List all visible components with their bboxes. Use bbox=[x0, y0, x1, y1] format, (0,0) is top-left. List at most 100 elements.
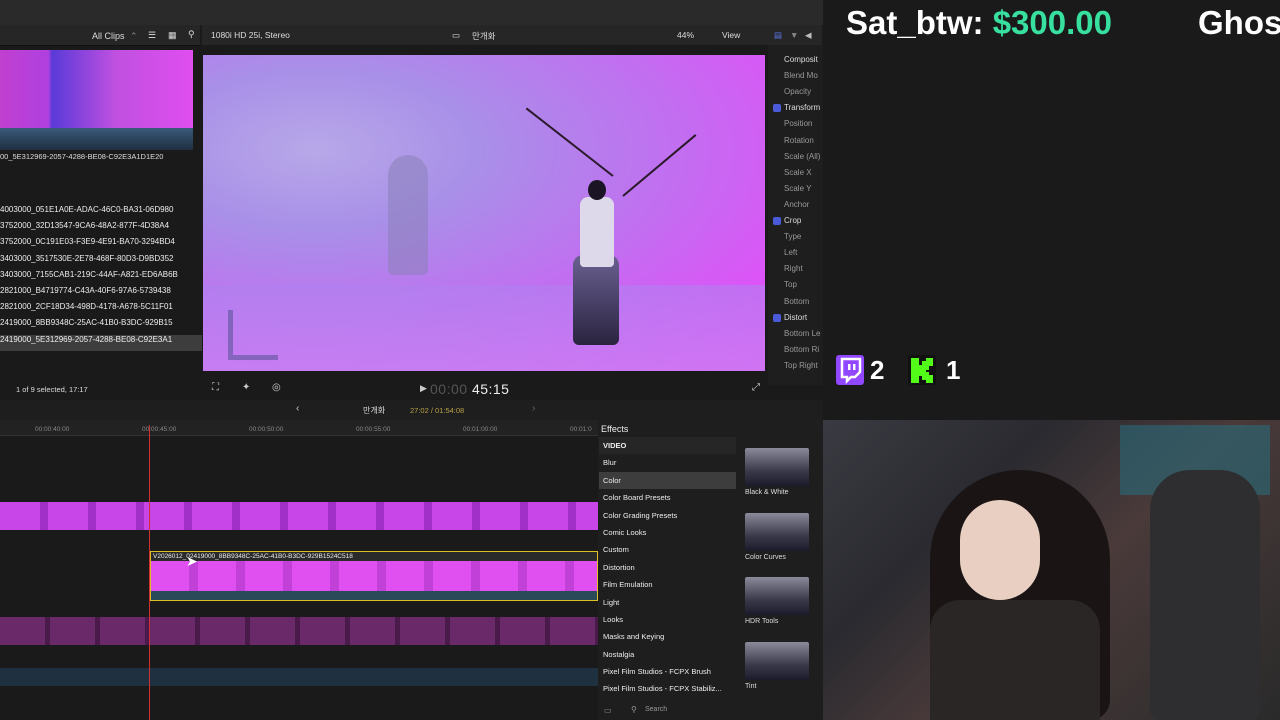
effects-category[interactable]: Film Emulation bbox=[599, 576, 736, 593]
video-inspector-icon[interactable]: ▤ bbox=[774, 30, 782, 41]
effects-category[interactable]: Color Board Presets bbox=[599, 489, 736, 506]
inspector-param[interactable]: Type bbox=[784, 232, 801, 241]
preview-floor bbox=[203, 285, 765, 371]
clip-list-row[interactable]: 2419000_8BB9348C-25AC-41B0-B3DC-929B15 bbox=[0, 318, 202, 334]
inspector-section[interactable]: Composit bbox=[784, 55, 818, 64]
clips-filter[interactable]: All Clips bbox=[92, 31, 125, 41]
inspector-param[interactable]: Top Right bbox=[784, 361, 818, 370]
effects-category[interactable]: Color Grading Presets bbox=[599, 507, 736, 524]
clip-list-row[interactable]: 3403000_7155CAB1-219C-44AF-A821-ED6AB6B bbox=[0, 270, 202, 286]
inspector-param[interactable]: Rotation bbox=[784, 136, 814, 145]
view-menu[interactable]: View bbox=[722, 30, 740, 40]
inspector-param[interactable]: Right bbox=[784, 264, 803, 273]
transform-icon[interactable]: ⛶ bbox=[212, 382, 219, 393]
inspector-param[interactable]: Bottom Ri bbox=[784, 345, 819, 354]
clip-list-row[interactable]: 2821000_2CF18D34-498D-4178-A678-5C11F01 bbox=[0, 302, 202, 318]
effects-category[interactable]: Blur bbox=[599, 454, 736, 471]
clip-list-row[interactable]: 4003000_051E1A0E-ADAC-46C0-BA31-06D980 bbox=[0, 205, 202, 221]
viewer-header: 1080i HD 25i, Stereo ▭ 만개화 44% View ▤ ▼ … bbox=[202, 25, 822, 45]
filter-icon[interactable]: ▼ bbox=[790, 30, 798, 40]
mouse-cursor-icon: ➤ bbox=[186, 553, 198, 569]
clip-name: 00_5E312969-2057-4288-BE08-C92E3A1D1E20 bbox=[0, 152, 164, 161]
checkbox-icon[interactable] bbox=[773, 217, 781, 225]
search-icon: ⚲ bbox=[631, 705, 637, 714]
effect-name: Tint bbox=[745, 682, 757, 690]
inspector-section[interactable]: Crop bbox=[784, 216, 801, 225]
fullscreen-icon[interactable]: ⤢ bbox=[752, 382, 760, 393]
enhance-icon[interactable]: ✦ bbox=[242, 382, 250, 393]
inspector-section[interactable]: Distort bbox=[784, 313, 807, 322]
webcam-chair bbox=[1150, 470, 1260, 720]
effects-category[interactable]: Distortion bbox=[599, 559, 736, 576]
clip-list-row[interactable]: 2821000_B4719774-C43A-40F6-97A6-5739438 bbox=[0, 286, 202, 302]
sidebar-toggle-icon[interactable]: ▭ bbox=[604, 706, 612, 715]
effect-name: HDR Tools bbox=[745, 618, 779, 625]
effects-category[interactable]: Masks and Keying bbox=[599, 628, 736, 645]
inspector-param[interactable]: Left bbox=[784, 248, 797, 257]
viewer-controls: ⛶ ✦ ◎ ▶ ⤢ bbox=[202, 378, 822, 400]
clip-waveform bbox=[0, 128, 193, 150]
inspector-param[interactable]: Bottom Le bbox=[784, 329, 820, 338]
format-label: 1080i HD 25i, Stereo bbox=[211, 30, 290, 40]
project-name: 만개화 bbox=[472, 31, 496, 41]
audio-icon[interactable]: ◀ bbox=[805, 30, 812, 41]
playhead[interactable] bbox=[149, 425, 150, 720]
effects-category[interactable]: Custom bbox=[599, 541, 736, 558]
selected-clip[interactable]: V2026012_02419000_8BB9348C-25AC-41B0-B3D… bbox=[150, 551, 598, 601]
effect-thumbnail[interactable] bbox=[745, 512, 809, 551]
back-icon[interactable]: ‹ bbox=[296, 403, 299, 414]
search-icon[interactable]: ⚲ bbox=[188, 29, 195, 40]
list-view-icon[interactable]: ☰ bbox=[148, 30, 156, 41]
effect-name: Black & White bbox=[745, 489, 789, 496]
timeline-track-upper[interactable] bbox=[0, 502, 598, 530]
effects-category[interactable]: Light bbox=[599, 594, 736, 611]
effects-category[interactable]: Color bbox=[599, 471, 736, 490]
ruler-tick: 00:01:0 bbox=[570, 426, 592, 433]
checkbox-icon[interactable] bbox=[773, 104, 781, 113]
kick-icon bbox=[908, 355, 936, 385]
effects-category[interactable]: Looks bbox=[599, 611, 736, 628]
inspector-param[interactable]: Scale (All) bbox=[784, 152, 820, 161]
clip-list-row[interactable]: 3403000_3517530E-2E78-468F-80D3-D9BD352 bbox=[0, 254, 202, 270]
donation-alert-next: Ghos bbox=[1198, 4, 1280, 41]
clip-list-row[interactable]: 3752000_0C191E03-F3E9-4E91-BA70-3294BD4 bbox=[0, 237, 202, 253]
timeline-ruler[interactable]: 00:00:40:00 00:00:45:00 00:00:50:00 00:00:5… bbox=[0, 420, 600, 436]
inspector-param[interactable]: Opacity bbox=[784, 87, 811, 96]
timeline-track-lower[interactable] bbox=[0, 617, 598, 645]
grid-view-icon[interactable]: ▦ bbox=[168, 30, 177, 41]
forward-icon[interactable]: › bbox=[532, 403, 535, 414]
speed-icon[interactable]: ◎ bbox=[272, 382, 281, 393]
effect-thumbnail[interactable] bbox=[745, 448, 809, 486]
play-icon[interactable]: ▶ bbox=[420, 383, 427, 394]
browser-header: All Clips ⌃ ☰ ▦ ⚲ bbox=[0, 25, 200, 46]
clip-audio-wave bbox=[151, 591, 597, 600]
twitch-viewer-count: 2 bbox=[870, 355, 885, 385]
clip-list-row[interactable]: 3752000_32D13547-9CA6-48A2-877F-4D38A4 bbox=[0, 221, 202, 237]
effects-category[interactable]: VIDEO bbox=[599, 437, 736, 455]
timeline-duration: 27:02 / 01:54:08 bbox=[410, 406, 465, 415]
checkbox-icon[interactable] bbox=[773, 313, 781, 322]
video-preview[interactable] bbox=[203, 55, 765, 371]
inspector-param[interactable]: Scale Y bbox=[784, 184, 811, 193]
effects-category[interactable]: Comic Looks bbox=[599, 524, 736, 541]
clip-list-row[interactable]: 2419000_5E312969-2057-4288-BE08-C92E3A1 bbox=[0, 334, 202, 351]
timeline-project[interactable]: 만개화 bbox=[363, 405, 385, 416]
effects-category[interactable]: Pixel Film Studios - FCPX Stabiliz... bbox=[599, 680, 736, 697]
inspector-param[interactable]: Position bbox=[784, 119, 812, 128]
inspector-param[interactable]: Bottom bbox=[784, 297, 809, 306]
inspector-param[interactable]: Scale X bbox=[784, 168, 812, 177]
inspector-param[interactable]: Top bbox=[784, 280, 797, 289]
chevron-updown-icon: ⌃ bbox=[130, 31, 138, 41]
effects-search-input[interactable]: Search bbox=[645, 706, 667, 713]
inspector-section[interactable]: Transform bbox=[784, 103, 820, 112]
inspector-param[interactable]: Anchor bbox=[784, 200, 809, 209]
timeline-audio-track[interactable] bbox=[0, 668, 598, 686]
effect-thumbnail[interactable] bbox=[745, 641, 809, 680]
effects-category[interactable]: Pixel Film Studios - FCPX Brush bbox=[599, 663, 736, 680]
effects-category[interactable]: Nostalgia bbox=[599, 646, 736, 663]
zoom-control[interactable]: 44% bbox=[677, 30, 694, 40]
effect-thumbnail[interactable] bbox=[745, 577, 809, 615]
inspector-param[interactable]: Blend Mo bbox=[784, 71, 818, 80]
title-strip bbox=[0, 0, 823, 25]
ruler-tick: 00:01:00:00 bbox=[463, 426, 498, 433]
